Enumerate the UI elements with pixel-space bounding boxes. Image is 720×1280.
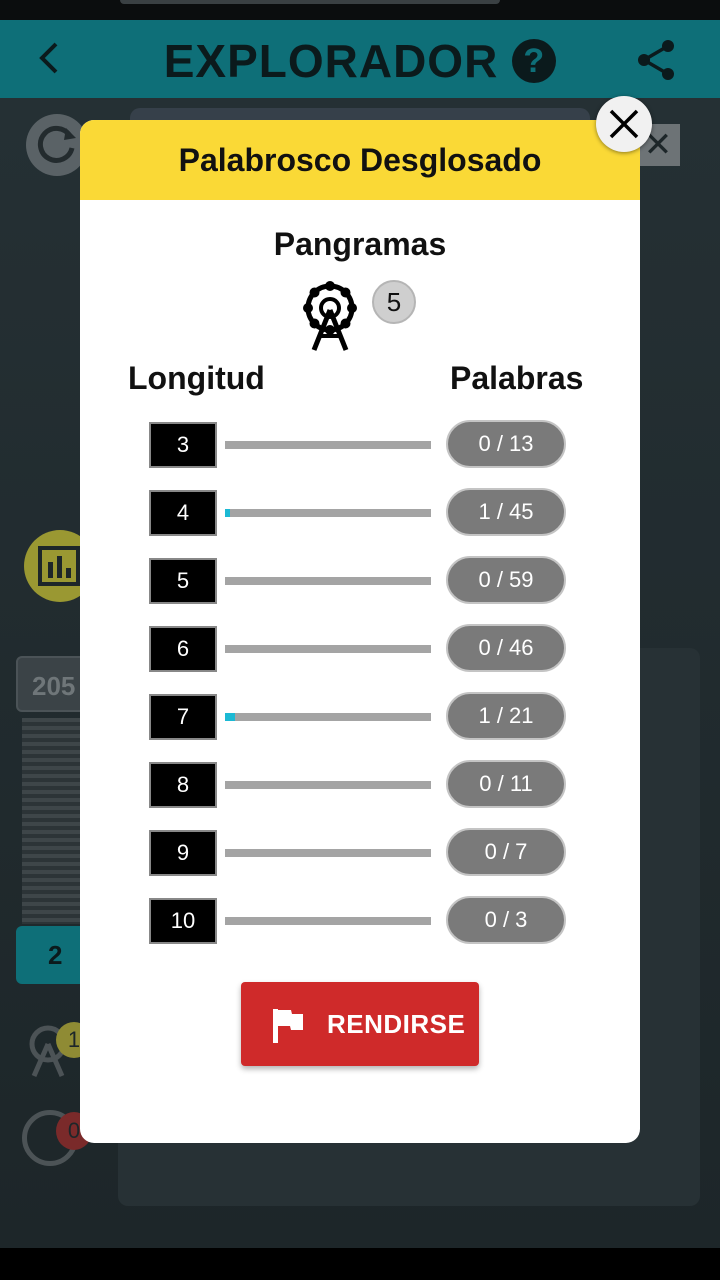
length-row: 6 0 / 46 — [80, 624, 640, 674]
status-bar — [0, 0, 720, 20]
give-up-label: RENDIRSE — [327, 1009, 466, 1039]
word-count-badge: 0 / 3 — [446, 896, 566, 944]
length-label: 7 — [149, 694, 217, 740]
progress-track — [225, 441, 431, 449]
pangrams-title: Pangramas — [273, 226, 447, 262]
progress-track — [225, 509, 431, 517]
length-row: 9 0 / 7 — [80, 828, 640, 878]
length-column-header: Longitud — [128, 360, 265, 396]
app-bar: EXPLORADOR? — [0, 20, 720, 98]
app-title: EXPLORADOR? — [0, 30, 720, 88]
dialog-title: Palabrosco Desglosado — [80, 120, 640, 200]
progress-track — [225, 849, 431, 857]
length-label: 5 — [149, 558, 217, 604]
length-label: 3 — [149, 422, 217, 468]
length-row: 7 1 / 21 — [80, 692, 640, 742]
word-count-badge: 1 / 21 — [446, 692, 566, 740]
length-row: 3 0 / 13 — [80, 420, 640, 470]
progress-track — [225, 645, 431, 653]
length-row: 10 0 / 3 — [80, 896, 640, 946]
word-count-badge: 0 / 59 — [446, 556, 566, 604]
progress-fill — [225, 713, 235, 721]
close-icon — [609, 109, 639, 139]
length-label: 4 — [149, 490, 217, 536]
pangram-count-badge: 5 — [372, 280, 416, 324]
progress-fill — [225, 509, 230, 517]
word-count-badge: 0 / 11 — [446, 760, 566, 808]
words-column-header: Palabras — [450, 360, 584, 396]
share-icon[interactable] — [632, 36, 680, 84]
length-row: 5 0 / 59 — [80, 556, 640, 606]
close-dialog-button[interactable] — [596, 96, 652, 152]
progress-track — [225, 917, 431, 925]
word-count-badge: 0 / 13 — [446, 420, 566, 468]
breakdown-dialog: Palabrosco Desglosado Pangramas 5 Longit… — [80, 120, 640, 1143]
length-label: 6 — [149, 626, 217, 672]
length-row: 4 1 / 45 — [80, 488, 640, 538]
length-label: 9 — [149, 830, 217, 876]
word-count-badge: 0 / 7 — [446, 828, 566, 876]
flag-icon — [273, 1009, 303, 1043]
length-label: 10 — [149, 898, 217, 944]
ferris-wheel-icon — [303, 281, 357, 351]
word-count-badge: 1 / 45 — [446, 488, 566, 536]
navigation-bar — [0, 1248, 720, 1280]
length-row: 8 0 / 11 — [80, 760, 640, 810]
progress-track — [225, 713, 431, 721]
progress-track — [225, 781, 431, 789]
progress-track — [225, 577, 431, 585]
length-label: 8 — [149, 762, 217, 808]
word-count-badge: 0 / 46 — [446, 624, 566, 672]
give-up-button[interactable]: RENDIRSE — [241, 982, 479, 1066]
question-circle-icon[interactable]: ? — [512, 38, 557, 83]
refresh-icon — [26, 114, 88, 176]
